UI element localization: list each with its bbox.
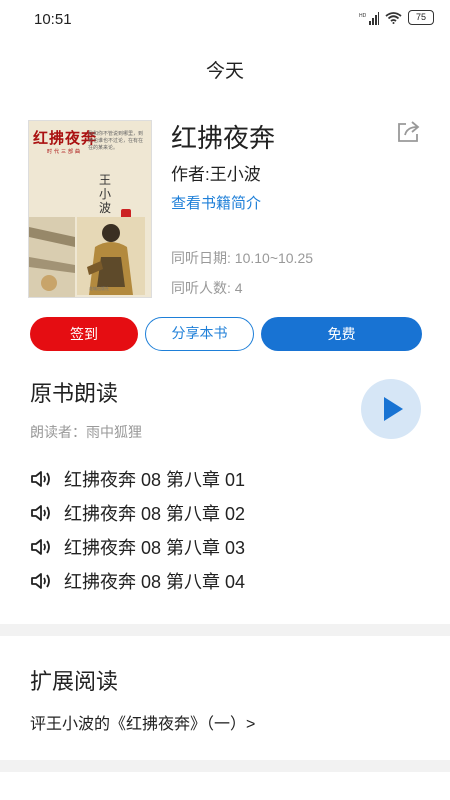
chapter-list: 红拂夜奔 08 第八章 01 红拂夜奔 08 第八章 02 红拂夜奔 08 第八…	[30, 462, 430, 598]
cover-publisher: 花城出版社	[89, 286, 109, 291]
signal-icon: HD	[359, 11, 379, 25]
chapter-label: 红拂夜奔 08 第八章 02	[64, 504, 246, 524]
nav-bar: 今天	[0, 40, 450, 96]
action-buttons: 签到 分享本书 免费	[30, 317, 422, 351]
chapter-label: 红拂夜奔 08 第八章 01	[64, 470, 246, 490]
chapter-item[interactable]: 红拂夜奔 08 第八章 04	[30, 564, 430, 598]
book-intro-link[interactable]: 查看书籍简介	[171, 192, 261, 213]
page-title: 今天	[205, 61, 244, 82]
cover-illustration	[77, 217, 145, 295]
status-icons: HD 75	[359, 10, 434, 25]
extended-reading-section: 扩展阅读 评王小波的《红拂夜奔》（一）>	[0, 636, 450, 760]
cover-blurb: 我和你不管说到哪里，到死也谁也不过论，在有在在的某来论。	[88, 131, 144, 151]
battery-icon: 75	[408, 10, 434, 25]
book-title: 红拂夜奔	[171, 123, 276, 153]
reading-title: 原书朗读	[30, 381, 119, 406]
extended-title: 扩展阅读	[30, 669, 119, 694]
play-icon	[384, 397, 403, 421]
free-button[interactable]: 免费	[261, 317, 422, 351]
speaker-icon	[31, 573, 50, 589]
play-button[interactable]	[361, 379, 421, 439]
chapter-label: 红拂夜奔 08 第八章 04	[64, 572, 246, 592]
checkin-button[interactable]: 签到	[30, 317, 138, 351]
speaker-icon	[31, 539, 50, 555]
reader-name: 朗读者：雨中狐狸	[30, 424, 142, 440]
network-type-label: HD	[359, 13, 367, 19]
chapter-item[interactable]: 红拂夜奔 08 第八章 01	[30, 462, 430, 496]
wifi-icon	[385, 12, 402, 24]
cover-illustration-left	[29, 217, 75, 297]
listener-count: 同听人数: 4	[171, 280, 243, 296]
cover-author: 王小波	[99, 173, 112, 215]
extended-article-link[interactable]: 评王小波的《红拂夜奔》（一）>	[30, 710, 255, 734]
speaker-icon	[31, 505, 50, 521]
section-divider	[0, 624, 450, 636]
speaker-icon	[31, 471, 50, 487]
status-time: 10:51	[34, 11, 72, 28]
cover-series: 时代三部曲	[47, 149, 83, 155]
listen-dates: 同听日期: 10.10~10.25	[171, 250, 314, 266]
chapter-item[interactable]: 红拂夜奔 08 第八章 02	[30, 496, 430, 530]
chapter-item[interactable]: 红拂夜奔 08 第八章 03	[30, 530, 430, 564]
book-author: 作者:王小波	[171, 165, 261, 184]
section-divider	[0, 760, 450, 772]
status-bar: 10:51 HD 75	[0, 0, 450, 40]
share-book-button[interactable]: 分享本书	[145, 317, 254, 351]
book-info: 红拂夜奔 时代三部曲 我和你不管说到哪里，到死也谁也不过论，在有在在的某来论。 …	[0, 108, 450, 308]
book-cover[interactable]: 红拂夜奔 时代三部曲 我和你不管说到哪里，到死也谁也不过论，在有在在的某来论。 …	[28, 120, 152, 298]
original-reading-section: 原书朗读 朗读者：雨中狐狸 红拂夜奔 08 第八章 01 红拂夜奔 08 第八章…	[0, 370, 450, 610]
chapter-label: 红拂夜奔 08 第八章 03	[64, 538, 246, 558]
share-icon[interactable]	[396, 120, 422, 144]
